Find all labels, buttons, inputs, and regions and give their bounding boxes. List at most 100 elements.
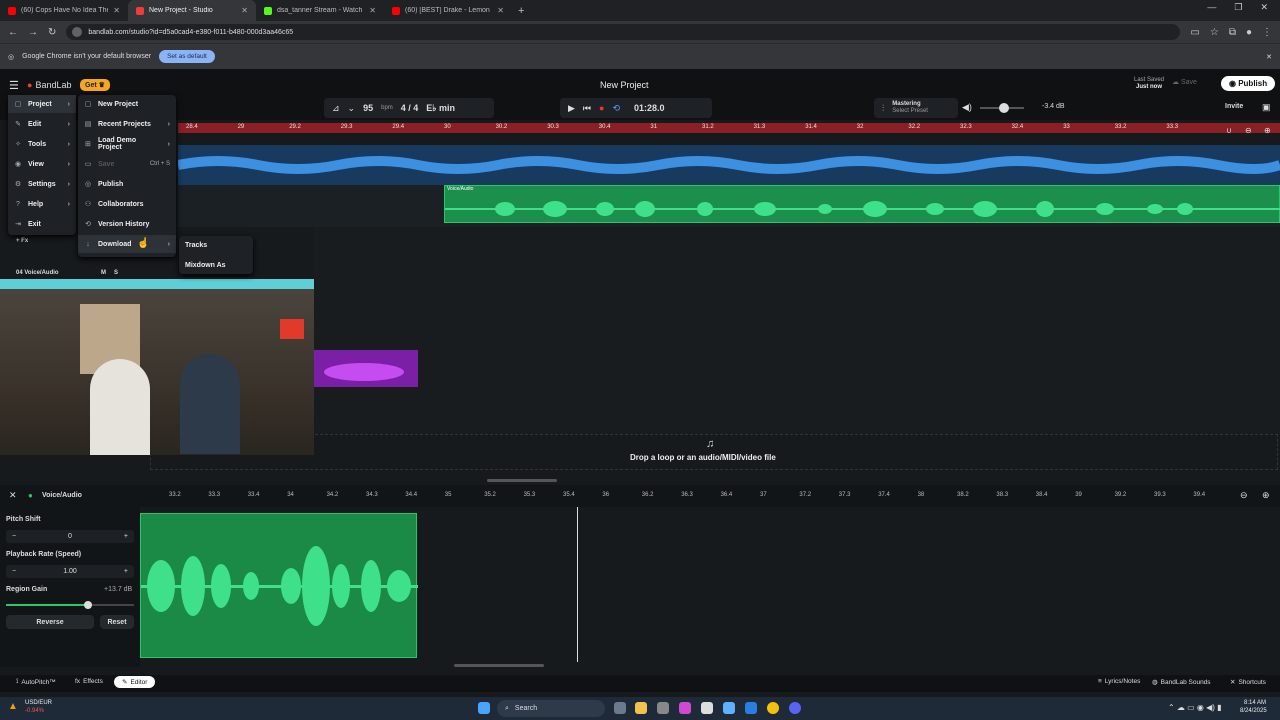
close-tab-icon[interactable]: ✕ xyxy=(497,6,504,15)
project-menu-item-recent-projects[interactable]: ▤ Recent Projects › xyxy=(78,115,176,133)
key-signature[interactable]: E♭ min xyxy=(426,103,455,114)
zoom-in-icon[interactable]: ⊕ xyxy=(1264,126,1271,135)
mastering-button[interactable]: ⫶ Mastering Select Preset xyxy=(874,98,958,118)
timeline-ruler[interactable]: 28.4 29 29.2 29.3 29.4 30 30.2 30.3 30.4 31 31.2 31… xyxy=(178,123,1280,133)
close-window-icon[interactable]: ✕ xyxy=(1260,2,1268,13)
app-icon-3[interactable] xyxy=(723,702,735,714)
url-field[interactable]: bandlab.com/studio?id=d5a0cad4-e380-f011… xyxy=(66,24,1181,40)
tracks-scrollbar[interactable] xyxy=(487,479,557,482)
ticker-label[interactable]: USD/EUR xyxy=(25,700,52,706)
mute-button[interactable]: M xyxy=(101,270,106,276)
metronome-icon[interactable]: ⊿ xyxy=(332,103,340,114)
invite-button[interactable]: Invite xyxy=(1225,103,1243,110)
store-icon[interactable] xyxy=(657,702,669,714)
zoom-out-icon[interactable]: ⊖ xyxy=(1245,126,1252,135)
skip-back-icon[interactable]: ⏮ xyxy=(583,103,591,114)
bpm-value[interactable]: 95 xyxy=(363,103,373,113)
plus-icon[interactable]: + xyxy=(124,568,128,575)
editor-clip[interactable] xyxy=(140,513,418,658)
editor-zoom-out-icon[interactable]: ⊖ xyxy=(1240,490,1248,501)
minus-icon[interactable]: − xyxy=(12,533,16,540)
extensions-icon[interactable]: ⧉ xyxy=(1229,27,1236,38)
playback-rate-stepper[interactable]: − 1.00 + xyxy=(6,565,134,578)
close-infobar-icon[interactable]: ✕ xyxy=(1266,53,1272,61)
close-tab-icon[interactable]: ✕ xyxy=(241,6,248,15)
close-tab-icon[interactable]: ✕ xyxy=(369,6,376,15)
notifications-icon[interactable]: ▣ xyxy=(1262,102,1271,113)
menu-item-project[interactable]: ▢ Project › xyxy=(8,95,76,113)
project-menu-item-load-demo-project[interactable]: ⊞ Load Demo Project › xyxy=(78,135,176,153)
speaker-icon[interactable]: ◀) xyxy=(962,102,972,113)
snap-icon[interactable]: ∪ xyxy=(1226,126,1232,135)
play-icon[interactable]: ▶ xyxy=(568,103,575,114)
minus-icon[interactable]: − xyxy=(12,568,16,575)
solo-button[interactable]: S xyxy=(114,270,118,276)
playback-rate-value[interactable]: 1.00 xyxy=(63,568,77,575)
project-menu-item-collaborators[interactable]: ⚇ Collaborators xyxy=(78,195,176,213)
editor-zoom-in-icon[interactable]: ⊕ xyxy=(1262,490,1270,501)
plus-icon[interactable]: + xyxy=(124,533,128,540)
minimize-icon[interactable]: — xyxy=(1207,2,1216,13)
menu-item-settings[interactable]: ⚙ Settings › xyxy=(8,175,76,193)
app-icon-2[interactable] xyxy=(701,702,713,714)
back-icon[interactable]: ← xyxy=(8,27,18,38)
app-icon-1[interactable] xyxy=(679,702,691,714)
reload-icon[interactable]: ↻ xyxy=(48,27,56,38)
autopitch-button[interactable]: ⟟ AutoPitch™ xyxy=(16,678,56,686)
clock-time[interactable]: 8:14 AM xyxy=(1244,700,1266,706)
browser-tab[interactable]: (60) [BEST] Drake - Lemon Pepp ✕ xyxy=(384,0,512,21)
add-fx-button[interactable]: + Fx xyxy=(16,238,28,244)
save-button[interactable]: ☁ Save xyxy=(1172,78,1197,86)
edge-icon[interactable] xyxy=(745,702,757,714)
star-icon[interactable]: ☆ xyxy=(1210,27,1219,38)
discord-icon[interactable] xyxy=(789,702,801,714)
purple-clip[interactable] xyxy=(314,350,418,387)
menu-item-edit[interactable]: ✎ Edit › xyxy=(8,115,76,133)
editor-scrollbar[interactable] xyxy=(454,664,544,667)
menu-item-help[interactable]: ? Help › xyxy=(8,195,76,213)
forward-icon[interactable]: → xyxy=(28,27,38,38)
gain-knob[interactable] xyxy=(84,601,92,609)
track-1-clip[interactable] xyxy=(177,145,1280,185)
download-item-tracks[interactable]: Tracks xyxy=(179,236,253,254)
publish-button[interactable]: ◉ Publish xyxy=(1221,76,1276,91)
project-menu-item-version-history[interactable]: ⟲ Version History xyxy=(78,215,176,233)
loop-icon[interactable]: ⟲ xyxy=(612,103,620,114)
set-default-button[interactable]: Set as default xyxy=(159,50,215,63)
chrome-taskbar-icon[interactable] xyxy=(767,702,779,714)
maximize-icon[interactable]: ❐ xyxy=(1234,2,1242,13)
bandlab-logo[interactable]: ● BandLab xyxy=(27,80,71,90)
download-item-mixdown-as[interactable]: Mixdown As xyxy=(179,256,253,274)
menu-item-view[interactable]: ◉ View › xyxy=(8,155,76,173)
pitch-shift-stepper[interactable]: − 0 + xyxy=(6,530,134,543)
record-icon[interactable]: ● xyxy=(599,103,604,113)
bandlab-sounds-button[interactable]: ◍ BandLab Sounds xyxy=(1152,678,1211,687)
browser-tab[interactable]: (60) Cops Have No Idea They're ✕ xyxy=(0,0,128,21)
reverse-button[interactable]: Reverse xyxy=(6,615,94,629)
region-gain-slider[interactable] xyxy=(6,601,134,609)
volume-knob[interactable] xyxy=(999,103,1009,113)
profile-icon[interactable]: ● xyxy=(1246,27,1252,38)
cast-icon[interactable]: ▭ xyxy=(1190,27,1199,38)
menu-item-tools[interactable]: ✧ Tools › xyxy=(8,135,76,153)
lyrics-button[interactable]: ≡ Lyrics/Notes xyxy=(1098,678,1140,685)
reset-button[interactable]: Reset xyxy=(100,615,134,629)
close-editor-icon[interactable]: ✕ xyxy=(9,490,17,501)
project-menu-item-new-project[interactable]: ▢ New Project xyxy=(78,95,176,113)
project-menu-item-download[interactable]: ↓ Download › xyxy=(78,235,176,253)
time-signature[interactable]: 4 / 4 xyxy=(401,103,419,113)
project-title[interactable]: New Project xyxy=(600,80,649,90)
file-explorer-icon[interactable] xyxy=(635,702,647,714)
pitch-shift-value[interactable]: 0 xyxy=(68,533,72,540)
task-view-icon[interactable] xyxy=(614,702,626,714)
site-info-icon[interactable] xyxy=(72,27,83,37)
editor-button[interactable]: ✎ Editor xyxy=(114,676,156,688)
editor-playhead[interactable] xyxy=(577,507,578,662)
voice-audio-clip[interactable]: Voice/Audio xyxy=(444,185,1280,223)
menu-kebab-icon[interactable]: ⋮ xyxy=(1262,27,1272,38)
get-membership-button[interactable]: Get ♛ xyxy=(80,79,110,91)
tray-icons[interactable]: ⌃ ☁ ▭ ◉ ◀) ▮ xyxy=(1168,703,1222,712)
chevron-down-icon[interactable]: ⌄ xyxy=(348,103,356,114)
master-volume-slider[interactable] xyxy=(980,103,1024,113)
start-icon[interactable] xyxy=(478,702,490,714)
